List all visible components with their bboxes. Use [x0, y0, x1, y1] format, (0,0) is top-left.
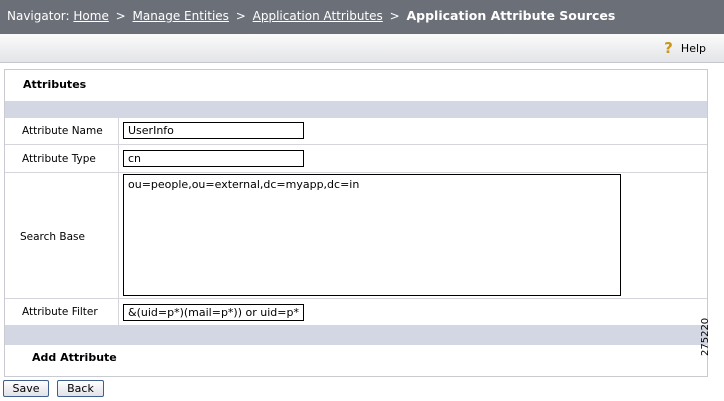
- attribute-filter-label: Attribute Filter: [22, 306, 98, 318]
- navigator-prefix: Navigator:: [7, 9, 70, 23]
- row-divider: [5, 298, 707, 299]
- save-button[interactable]: Save: [3, 380, 49, 397]
- attribute-type-label: Attribute Type: [22, 153, 96, 165]
- section-divider: [5, 101, 707, 118]
- navigator-bar: Navigator: Home > Manage Entities > Appl…: [0, 0, 724, 34]
- breadcrumb-home-link[interactable]: Home: [73, 9, 108, 23]
- attribute-type-input[interactable]: [123, 150, 304, 167]
- row-divider: [5, 144, 707, 145]
- breadcrumb-separator: >: [389, 9, 400, 23]
- breadcrumb-separator: >: [235, 9, 246, 23]
- row-divider: [5, 172, 707, 173]
- figure-number: 275220: [700, 317, 711, 356]
- help-link[interactable]: ? Help: [662, 40, 706, 56]
- toolbar: ? Help: [0, 34, 724, 63]
- attribute-name-label: Attribute Name: [22, 125, 103, 137]
- attribute-filter-input[interactable]: [123, 304, 304, 321]
- attribute-name-input[interactable]: [123, 122, 304, 139]
- column-divider: [118, 118, 119, 325]
- breadcrumb-current-page: Application Attribute Sources: [406, 8, 616, 23]
- panel-title: Attributes: [23, 78, 87, 91]
- back-button[interactable]: Back: [57, 380, 104, 397]
- breadcrumb-manage-entities-link[interactable]: Manage Entities: [133, 9, 229, 23]
- help-label: Help: [680, 41, 706, 55]
- add-attribute-link[interactable]: Add Attribute: [32, 351, 117, 364]
- search-base-textarea[interactable]: ou=people,ou=external,dc=myapp,dc=in: [123, 174, 621, 296]
- section-divider: [5, 325, 707, 345]
- breadcrumb: Navigator: Home > Manage Entities > Appl…: [7, 8, 615, 23]
- breadcrumb-separator: >: [115, 9, 126, 23]
- search-base-label: Search Base: [20, 231, 85, 243]
- attributes-panel: Attributes Attribute Name Attribute Type…: [4, 69, 708, 377]
- breadcrumb-application-attributes-link[interactable]: Application Attributes: [253, 9, 383, 23]
- question-mark-icon: ?: [664, 39, 673, 57]
